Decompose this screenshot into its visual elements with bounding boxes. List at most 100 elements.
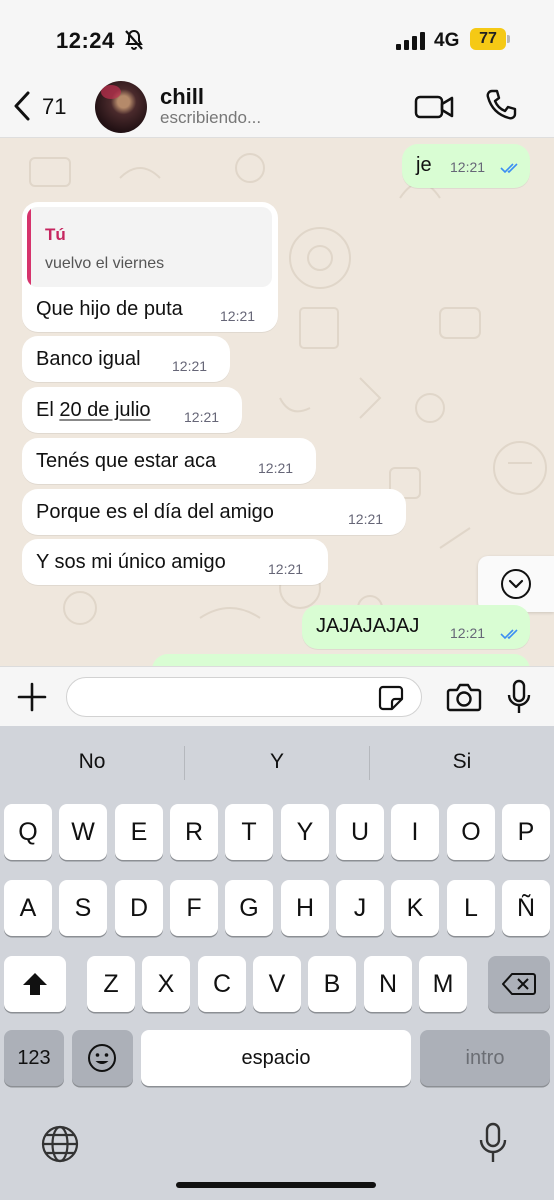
message-text: Porque es el día del amigo (36, 501, 274, 523)
bell-slash-icon (125, 29, 143, 50)
key-d[interactable]: D (115, 880, 163, 936)
chat-area[interactable]: je 12:21 Tú vuelvo el viernes Que hijo d… (0, 138, 554, 666)
message-bubble-incoming[interactable]: Porque es el día del amigo 12:21 (22, 489, 406, 535)
message-text: El 20 de julio (36, 399, 151, 422)
quote-accent-bar (27, 207, 31, 287)
home-indicator[interactable] (176, 1182, 376, 1188)
battery-indicator: 77 (470, 28, 506, 50)
quote-author: Tú (45, 225, 66, 244)
key-u[interactable]: U (336, 804, 384, 860)
keyboard: No Y Si Q W E R T Y U I O P A S D F G H … (0, 726, 554, 1200)
scroll-to-bottom-button[interactable] (478, 556, 554, 612)
key-o[interactable]: O (447, 804, 495, 860)
key-r[interactable]: R (170, 804, 218, 860)
message-time: 12:21 (268, 561, 304, 577)
emoji-key[interactable] (72, 1030, 133, 1086)
video-call-icon[interactable] (414, 92, 454, 122)
phone-icon[interactable] (484, 88, 518, 122)
key-v[interactable]: V (253, 956, 301, 1012)
key-e[interactable]: E (115, 804, 163, 860)
message-time: 12:21 (172, 358, 208, 374)
read-ticks-icon (500, 163, 518, 174)
message-text: Que hijo de puta (36, 298, 183, 320)
message-text: JAJAJAJAJ (316, 615, 420, 637)
shift-key[interactable] (4, 956, 66, 1012)
key-b[interactable]: B (308, 956, 356, 1012)
sticker-icon[interactable] (378, 685, 404, 711)
dictation-icon[interactable] (478, 1122, 508, 1164)
message-bubble-incoming[interactable]: Banco igual 12:21 (22, 336, 230, 382)
key-n[interactable]: N (364, 956, 412, 1012)
back-button[interactable]: 71 (10, 86, 80, 126)
key-p[interactable]: P (502, 804, 550, 860)
unread-count: 71 (42, 94, 67, 119)
suggestion-3[interactable]: Si (370, 726, 554, 796)
message-text: Banco igual (36, 348, 141, 370)
message-bubble-outgoing[interactable]: je 12:21 (402, 144, 530, 188)
key-y[interactable]: Y (281, 804, 329, 860)
space-key[interactable]: espacio (141, 1030, 411, 1086)
status-bar: 12:24 4G 77 (0, 0, 554, 76)
key-h[interactable]: H (281, 880, 329, 936)
key-q[interactable]: Q (4, 804, 52, 860)
key-m[interactable]: M (419, 956, 467, 1012)
read-ticks-icon (500, 629, 518, 640)
chevron-down-circle-icon (501, 569, 531, 599)
return-key[interactable]: intro (420, 1030, 550, 1086)
key-t[interactable]: T (225, 804, 273, 860)
network-type: 4G (434, 30, 460, 51)
key-x[interactable]: X (142, 956, 190, 1012)
message-time: 12:21 (450, 625, 486, 641)
message-bubble-incoming[interactable]: El 20 de julio 12:21 (22, 387, 242, 433)
key-f[interactable]: F (170, 880, 218, 936)
message-bubble-outgoing[interactable]: JAJAJAJAJ 12:21 (302, 605, 530, 649)
date-link[interactable]: 20 de julio (59, 399, 150, 421)
message-time: 12:21 (220, 308, 256, 324)
key-c[interactable]: C (198, 956, 246, 1012)
suggestion-1[interactable]: No (0, 726, 184, 796)
key-i[interactable]: I (391, 804, 439, 860)
key-s[interactable]: S (59, 880, 107, 936)
status-time: 12:24 (56, 28, 115, 53)
message-bubble-incoming[interactable]: Tú vuelvo el viernes Que hijo de puta 12… (22, 202, 278, 332)
chevron-left-icon (14, 91, 30, 121)
emoji-icon (88, 1044, 116, 1072)
key-w[interactable]: W (59, 804, 107, 860)
shift-icon (23, 973, 47, 995)
numbers-key[interactable]: 123 (4, 1030, 64, 1086)
key-l[interactable]: L (447, 880, 495, 936)
key-enye[interactable]: Ñ (502, 880, 550, 936)
globe-icon[interactable] (40, 1124, 80, 1164)
contact-name[interactable]: chill (160, 84, 204, 110)
suggestion-2[interactable]: Y (185, 726, 369, 796)
message-time: 12:21 (258, 460, 294, 476)
microphone-icon[interactable] (506, 679, 532, 715)
message-bubble-incoming[interactable]: Y sos mi único amigo 12:21 (22, 539, 328, 585)
key-z[interactable]: Z (87, 956, 135, 1012)
signal-bars-icon (396, 32, 425, 50)
message-input-bar (0, 666, 554, 726)
message-time: 12:21 (450, 159, 486, 175)
contact-status: escribiendo... (160, 108, 262, 127)
battery-tip (507, 35, 510, 43)
message-time: 12:21 (348, 511, 384, 527)
message-text: je (416, 154, 432, 176)
key-g[interactable]: G (225, 880, 273, 936)
avatar[interactable] (95, 81, 147, 133)
key-j[interactable]: J (336, 880, 384, 936)
message-text: Y sos mi único amigo (36, 551, 226, 573)
camera-icon[interactable] (446, 681, 482, 713)
message-text: Tenés que estar aca (36, 450, 217, 472)
message-bubble-outgoing-partial[interactable] (152, 654, 530, 666)
plus-icon[interactable] (16, 681, 48, 713)
message-text-prefix: El (36, 399, 60, 421)
backspace-key[interactable] (488, 956, 550, 1012)
quote-text: vuelvo el viernes (45, 255, 165, 272)
chat-header: 71 chill escribiendo... (0, 76, 554, 138)
key-k[interactable]: K (391, 880, 439, 936)
quoted-message[interactable]: Tú vuelvo el viernes (27, 207, 272, 287)
message-time: 12:21 (184, 409, 220, 425)
key-a[interactable]: A (4, 880, 52, 936)
message-input[interactable] (66, 677, 422, 717)
message-bubble-incoming[interactable]: Tenés que estar aca 12:21 (22, 438, 316, 484)
